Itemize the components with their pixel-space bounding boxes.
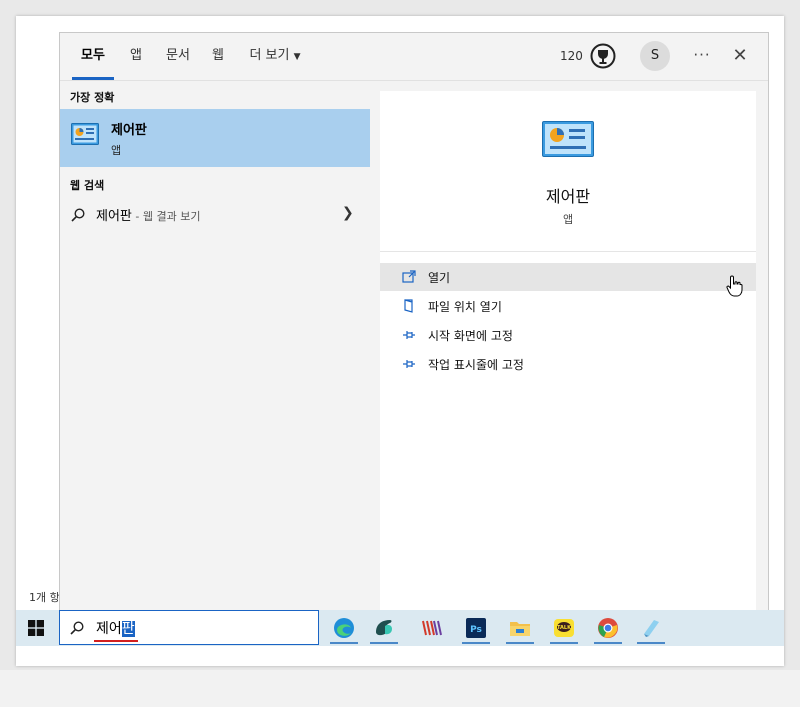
windows-start-icon[interactable] (28, 620, 44, 636)
preview-pane: 제어판 앱 열기 파일 위치 열기 시작 화면에 고정 작업 표시줄에 고정 (380, 91, 756, 611)
search-window: 모두 앱 문서 웹 더 보기 ▼ 120 S ··· ✕ 가장 정확 제어판 앱… (59, 32, 769, 611)
avatar[interactable]: S (640, 41, 670, 71)
tab-documents[interactable]: 문서 (164, 33, 192, 80)
pin-icon (402, 356, 416, 370)
open-action-label: 열기 (428, 271, 451, 285)
tab-more-label: 더 보기 (249, 48, 290, 63)
close-button[interactable]: ✕ (726, 41, 754, 71)
ime-underline (94, 640, 138, 642)
more-options-button[interactable]: ··· (688, 41, 716, 71)
rewards-points: 120 (560, 49, 583, 63)
bottom-strip (0, 670, 800, 707)
pin-to-taskbar-label: 작업 표시줄에 고정 (428, 358, 524, 372)
svg-text:TALK: TALK (557, 625, 572, 631)
search-icon (71, 207, 85, 222)
search-text: 제어 (96, 621, 122, 637)
preview-title: 제어판 (545, 187, 591, 206)
best-match-name: 제어판 (111, 123, 147, 138)
open-window-icon (402, 269, 416, 283)
notes-icon[interactable] (413, 612, 449, 644)
taskbar-search-input[interactable]: 제어판 (96, 618, 135, 638)
pin-to-start-label: 시작 화면에 고정 (428, 329, 513, 343)
tab-all[interactable]: 모두 (72, 33, 114, 80)
web-query-text: 제어판 (96, 209, 132, 224)
best-match-type: 앱 (111, 144, 122, 157)
tab-web[interactable]: 웹 (210, 33, 226, 80)
photoshop-icon[interactable]: Ps (458, 612, 494, 644)
edge-icon[interactable] (326, 612, 362, 644)
tab-more[interactable]: 더 보기 ▼ (246, 33, 304, 80)
search-header: 모두 앱 문서 웹 더 보기 ▼ 120 S ··· ✕ (60, 33, 768, 81)
hand-cursor-icon (726, 275, 744, 297)
rewards-trophy-icon[interactable] (590, 43, 616, 69)
chrome-icon[interactable] (590, 612, 626, 644)
chevron-right-icon: ❯ (342, 205, 354, 221)
preview-subtitle: 앱 (562, 213, 574, 226)
best-match-item[interactable]: 제어판 앱 (60, 109, 370, 167)
best-match-heading: 가장 정확 (70, 91, 115, 104)
explorer-status-text: 1개 항 (29, 591, 60, 604)
app-icon[interactable] (366, 612, 402, 644)
taskbar-search-box[interactable]: 제어판 (59, 610, 319, 645)
open-file-location-action[interactable]: 파일 위치 열기 (380, 292, 756, 320)
web-search-item[interactable]: 제어판 - 웹 결과 보기 ❯ (60, 197, 370, 231)
control-panel-large-icon (542, 121, 594, 159)
kakaotalk-icon[interactable]: TALK (546, 612, 582, 644)
pin-icon (402, 327, 416, 341)
search-text-selected: 판 (121, 621, 135, 637)
taskbar: 제어판 Ps TALK (16, 610, 784, 646)
divider (380, 251, 756, 252)
results-pane: 가장 정확 제어판 앱 웹 검색 제어판 - 웹 결과 보기 ❯ (60, 81, 370, 611)
open-file-location-label: 파일 위치 열기 (428, 300, 502, 314)
control-panel-icon (71, 123, 99, 147)
open-action[interactable]: 열기 (380, 263, 756, 291)
svg-text:Ps: Ps (470, 625, 482, 635)
tab-apps[interactable]: 앱 (126, 33, 146, 80)
pin-to-taskbar-action[interactable]: 작업 표시줄에 고정 (380, 350, 756, 378)
chevron-down-icon: ▼ (293, 52, 301, 62)
file-explorer-icon[interactable] (502, 612, 538, 644)
web-search-query: 제어판 - 웹 결과 보기 (96, 205, 200, 224)
search-icon (70, 620, 84, 635)
web-search-heading: 웹 검색 (70, 179, 105, 192)
app2-icon[interactable] (633, 612, 669, 644)
web-query-suffix: - 웹 결과 보기 (131, 210, 201, 223)
file-location-icon (402, 298, 416, 313)
pin-to-start-action[interactable]: 시작 화면에 고정 (380, 321, 756, 349)
